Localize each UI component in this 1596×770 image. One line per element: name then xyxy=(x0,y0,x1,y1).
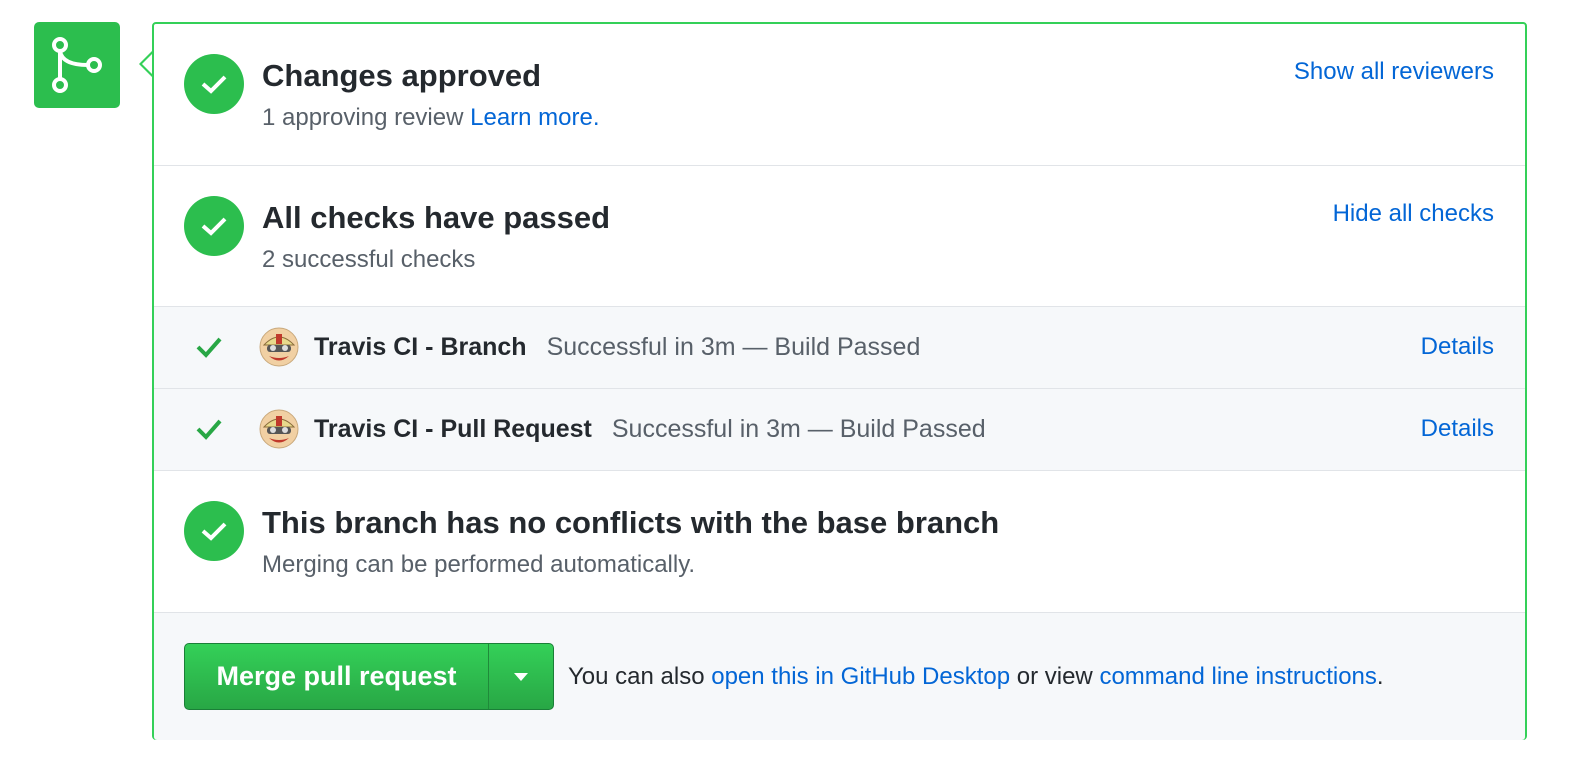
check-description: Successful in 3m — Build Passed xyxy=(546,333,921,361)
conflicts-status-circle xyxy=(184,501,244,561)
conflicts-subtitle: Merging can be performed automatically. xyxy=(262,551,696,578)
check-icon xyxy=(201,75,227,94)
caret-down-icon xyxy=(514,672,528,681)
merge-button-group: Merge pull request xyxy=(184,643,554,710)
command-line-instructions-link[interactable]: command line instructions xyxy=(1099,663,1376,690)
open-in-desktop-link[interactable]: open this in GitHub Desktop xyxy=(711,663,1010,690)
check-name-label: Travis CI - Pull Request xyxy=(314,415,592,443)
conflicts-title: This branch has no conflicts with the ba… xyxy=(262,505,1000,540)
merge-text-prefix: You can also xyxy=(568,663,705,690)
approved-count: 1 approving review xyxy=(262,104,464,131)
checks-status-circle xyxy=(184,196,244,256)
check-icon xyxy=(196,419,222,440)
check-description: Successful in 3m — Build Passed xyxy=(611,415,986,443)
show-all-reviewers-link[interactable]: Show all reviewers xyxy=(1294,58,1494,86)
merge-section: Merge pull request You can also open thi… xyxy=(154,613,1525,740)
check-name: Travis CI - Branch Successful in 3m — Bui… xyxy=(314,333,920,362)
check-icon xyxy=(196,337,222,358)
conflicts-section: This branch has no conflicts with the ba… xyxy=(154,471,1525,613)
merge-status-icon-box xyxy=(34,22,120,108)
check-icon xyxy=(201,522,227,541)
checks-section: All checks have passed 2 successful chec… xyxy=(154,166,1525,307)
learn-more-link[interactable]: Learn more. xyxy=(470,104,599,131)
check-row: Travis CI - Branch Successful in 3m — Bui… xyxy=(154,307,1525,389)
details-link[interactable]: Details xyxy=(1421,333,1494,361)
merge-alternatives-text: You can also open this in GitHub Desktop… xyxy=(568,663,1384,691)
merge-panel: Changes approved 1 approving review Lear… xyxy=(152,22,1527,740)
merge-text-mid: or view xyxy=(1016,663,1093,690)
check-row: Travis CI - Pull Request Successful in 3m… xyxy=(154,389,1525,471)
approved-status-circle xyxy=(184,54,244,114)
approved-title: Changes approved xyxy=(262,58,542,93)
git-merge-icon xyxy=(52,37,102,93)
details-link[interactable]: Details xyxy=(1421,415,1494,443)
travis-ci-avatar xyxy=(259,327,299,367)
approved-section: Changes approved 1 approving review Lear… xyxy=(154,24,1525,166)
travis-ci-avatar xyxy=(259,409,299,449)
approved-subtitle: 1 approving review Learn more. xyxy=(262,104,600,132)
check-name-label: Travis CI - Branch xyxy=(314,333,527,361)
merge-pull-request-button[interactable]: Merge pull request xyxy=(185,644,488,709)
checks-title: All checks have passed xyxy=(262,200,611,235)
checks-subtitle: 2 successful checks xyxy=(262,246,476,273)
hide-all-checks-link[interactable]: Hide all checks xyxy=(1333,200,1494,228)
merge-method-dropdown[interactable] xyxy=(488,644,553,709)
check-icon xyxy=(201,217,227,236)
check-name: Travis CI - Pull Request Successful in 3m… xyxy=(314,415,986,444)
merge-text-suffix: . xyxy=(1376,663,1384,690)
